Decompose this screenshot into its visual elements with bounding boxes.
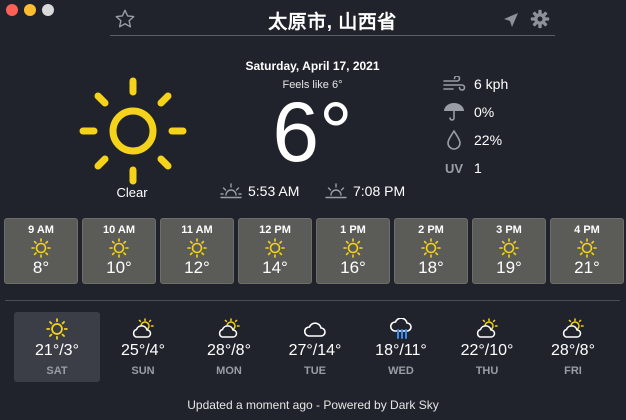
sun-icon xyxy=(421,238,441,258)
day-temp: 18°/11° xyxy=(375,342,427,359)
day-card[interactable]: 18°/11° WED xyxy=(358,312,444,382)
day-temp: 22°/10° xyxy=(460,342,514,359)
day-name: THU xyxy=(475,365,499,377)
sunset-icon xyxy=(325,183,347,199)
location-bar: 太原市, 山西省 xyxy=(110,4,555,36)
hour-time: 12 PM xyxy=(259,224,291,236)
hourly-forecast: 9 AM 8° 10 AM 10° 11 AM 12° 12 PM 14° 1 … xyxy=(4,218,624,284)
footer-status: Updated a moment ago - Powered by Dark S… xyxy=(187,398,439,412)
hour-temp: 16° xyxy=(340,258,366,277)
hour-temp: 19° xyxy=(496,258,522,277)
window-controls xyxy=(6,4,54,16)
hour-card[interactable]: 4 PM 21° xyxy=(550,218,624,284)
wind-icon xyxy=(443,76,466,91)
partly-cloudy-icon xyxy=(476,318,498,338)
precipitation-chance: 0% xyxy=(474,104,495,120)
location-arrow-icon[interactable] xyxy=(503,12,519,28)
humidity-value: 22% xyxy=(474,132,503,148)
sun-icon xyxy=(499,238,519,258)
sun-icon xyxy=(343,238,363,258)
day-name: SUN xyxy=(131,365,155,377)
hour-time: 11 AM xyxy=(181,224,213,236)
rain-icon xyxy=(389,318,412,339)
day-name: MON xyxy=(216,365,242,377)
hour-time: 4 PM xyxy=(574,224,600,236)
wind-row: 6 kph xyxy=(442,70,508,98)
day-card[interactable]: 27°/14° TUE xyxy=(272,312,358,382)
hour-time: 9 AM xyxy=(28,224,54,236)
hour-card[interactable]: 11 AM 12° xyxy=(160,218,234,284)
hour-temp: 14° xyxy=(262,258,288,277)
hour-time: 1 PM xyxy=(340,224,366,236)
day-card[interactable]: 21°/3° SAT xyxy=(14,312,100,382)
precipitation-row: 0% xyxy=(442,98,508,126)
hour-card[interactable]: 2 PM 18° xyxy=(394,218,468,284)
minimize-window-button[interactable] xyxy=(24,4,36,16)
uv-row: UV 1 xyxy=(442,154,508,182)
hour-card[interactable]: 9 AM 8° xyxy=(4,218,78,284)
hour-card[interactable]: 10 AM 10° xyxy=(82,218,156,284)
day-temp: 28°/8° xyxy=(207,342,251,359)
umbrella-icon xyxy=(444,103,464,121)
day-name: WED xyxy=(388,365,414,377)
hour-card[interactable]: 1 PM 16° xyxy=(316,218,390,284)
partly-cloudy-icon xyxy=(132,318,154,338)
sunrise-time: 5:53 AM xyxy=(248,183,300,199)
hour-temp: 21° xyxy=(574,258,600,277)
sun-icon xyxy=(577,238,597,258)
gear-icon[interactable] xyxy=(530,9,550,29)
zoom-window-button[interactable] xyxy=(42,4,54,16)
daily-forecast: 21°/3° SAT 25°/4° SUN 28°/8° MON 27°/14°… xyxy=(14,312,616,382)
humidity-row: 22% xyxy=(442,126,508,154)
sunset-time: 7:08 PM xyxy=(353,183,406,199)
current-temperature: 6° xyxy=(272,85,353,179)
day-temp: 27°/14° xyxy=(288,342,342,359)
day-temp: 28°/8° xyxy=(551,342,595,359)
close-window-button[interactable] xyxy=(6,4,18,16)
cloud-icon xyxy=(303,322,326,337)
sun-icon xyxy=(31,238,51,258)
day-name: FRI xyxy=(564,365,582,377)
current-date: Saturday, April 17, 2021 xyxy=(245,59,380,73)
day-temp: 25°/4° xyxy=(121,342,165,359)
hour-temp: 18° xyxy=(418,258,444,277)
day-temp: 21°/3° xyxy=(35,342,79,359)
hour-time: 2 PM xyxy=(418,224,444,236)
day-card[interactable]: 22°/10° THU xyxy=(444,312,530,382)
sunset: 7:08 PM xyxy=(325,182,405,200)
hour-temp: 12° xyxy=(184,258,210,277)
sun-icon xyxy=(46,318,68,340)
sun-icon xyxy=(187,238,207,258)
condition-label: Clear xyxy=(116,185,148,200)
sunrise: 5:53 AM xyxy=(220,182,299,200)
hour-card[interactable]: 12 PM 14° xyxy=(238,218,312,284)
day-card[interactable]: 28°/8° FRI xyxy=(530,312,616,382)
hour-time: 10 AM xyxy=(103,224,135,236)
hour-temp: 10° xyxy=(106,258,132,277)
sunrise-icon xyxy=(220,183,242,199)
uv-index: 1 xyxy=(474,160,482,176)
sun-icon xyxy=(109,238,129,258)
day-card[interactable]: 28°/8° MON xyxy=(186,312,272,382)
sun-icon xyxy=(79,77,187,185)
sun-icon xyxy=(265,238,285,258)
hour-card[interactable]: 3 PM 19° xyxy=(472,218,546,284)
divider xyxy=(5,300,620,301)
hour-time: 3 PM xyxy=(496,224,522,236)
day-card[interactable]: 25°/4° SUN xyxy=(100,312,186,382)
day-name: TUE xyxy=(304,365,326,377)
partly-cloudy-icon xyxy=(218,318,240,338)
drop-icon xyxy=(447,130,461,150)
uv-label: UV xyxy=(444,160,464,176)
partly-cloudy-icon xyxy=(562,318,584,338)
current-details: 6 kph 0% 22% UV 1 xyxy=(442,70,508,182)
city-name[interactable]: 太原市, 山西省 xyxy=(110,7,555,34)
hour-temp: 8° xyxy=(32,258,50,277)
day-name: SAT xyxy=(46,365,68,377)
wind-speed: 6 kph xyxy=(474,76,509,92)
